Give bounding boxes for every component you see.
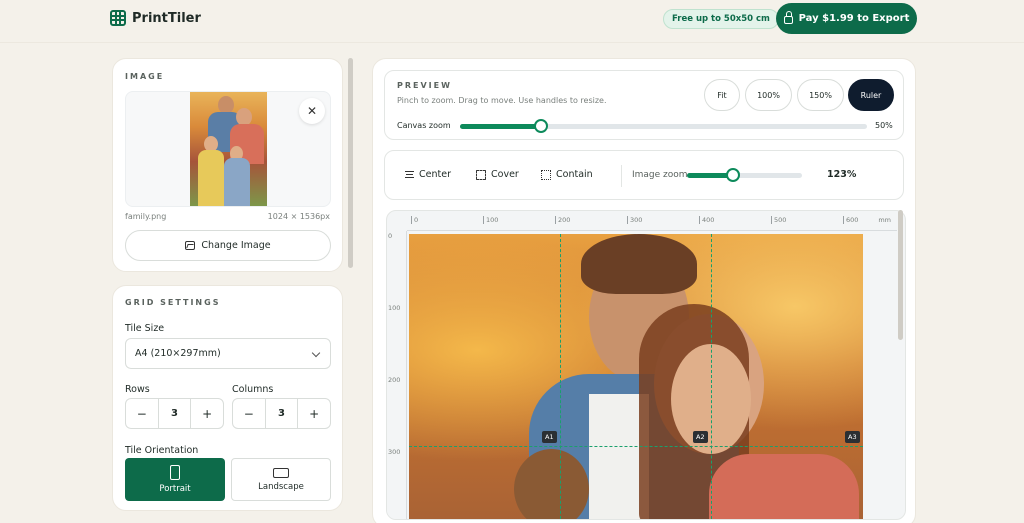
tile-label-a3: A3: [845, 431, 860, 443]
left-panel-scrollbar[interactable]: [348, 58, 353, 268]
tiled-photo[interactable]: A1 A2 A3: [409, 234, 863, 519]
columns-stepper: − 3 +: [232, 398, 331, 429]
app-header: PrintTiler Free up to 50x50 cm Pay $1.99…: [0, 0, 1024, 38]
ruler-left-tick: 0: [388, 232, 393, 240]
tile-size-select[interactable]: A4 (210×297mm): [125, 338, 331, 369]
ruler-top-tick: 300: [627, 216, 642, 224]
ruler-top-tick: 500: [771, 216, 786, 224]
canvas-scrollbar[interactable]: [898, 210, 903, 340]
tile-label-a2: A2: [693, 431, 708, 443]
app-logo[interactable]: PrintTiler: [110, 10, 201, 26]
preview-hint: Pinch to zoom. Drag to move. Use handles…: [397, 96, 607, 105]
cover-label: Cover: [491, 169, 519, 180]
ruler-top: mm 0 100 200 300 400 500 600: [407, 211, 897, 231]
ruler-left-tick: 100: [388, 304, 401, 312]
ruler-button[interactable]: Ruler: [848, 79, 894, 111]
ruler-top-tick: 100: [483, 216, 498, 224]
header-divider: [0, 42, 1024, 43]
zoom-150-button[interactable]: 150%: [797, 79, 844, 111]
ruler-unit: mm: [878, 216, 891, 224]
image-thumbnail: [190, 92, 267, 206]
chevron-down-icon: [311, 348, 321, 358]
center-tool[interactable]: Center: [405, 169, 451, 180]
rows-increment-button[interactable]: +: [191, 399, 223, 428]
tile-label-a1: A1: [542, 431, 557, 443]
grid-settings-title: GRID SETTINGS: [125, 298, 221, 307]
portrait-label: Portrait: [159, 484, 191, 494]
file-name: family.png: [125, 212, 167, 221]
landscape-icon: [273, 467, 289, 478]
ruler-top-tick: 0: [411, 216, 418, 224]
image-icon: [185, 241, 196, 250]
rows-label: Rows: [125, 384, 150, 395]
portrait-option[interactable]: Portrait: [125, 458, 225, 501]
image-panel-title: IMAGE: [125, 72, 165, 81]
pay-export-label: Pay $1.99 to Export: [798, 13, 910, 24]
app-name: PrintTiler: [132, 10, 201, 26]
cover-tool[interactable]: Cover: [476, 169, 519, 180]
file-dimensions: 1024 × 1536px: [267, 212, 330, 221]
landscape-label: Landscape: [258, 481, 304, 492]
tile-size-value: A4 (210×297mm): [135, 348, 221, 359]
canvas-zoom-handle[interactable]: [534, 119, 549, 133]
contain-icon: [541, 169, 551, 180]
change-image-button[interactable]: Change Image: [125, 230, 331, 261]
tile-divider-row: [409, 446, 863, 447]
grid-settings-panel: GRID SETTINGS Tile Size A4 (210×297mm) R…: [112, 285, 343, 511]
canvas-zoom-label: Canvas zoom: [397, 121, 451, 130]
ruler-left: 0 100 200 300: [387, 231, 407, 519]
contain-label: Contain: [556, 169, 593, 180]
ruler-left-tick: 300: [388, 448, 401, 456]
columns-increment-button[interactable]: +: [298, 399, 330, 428]
image-fit-tools: Center Cover Contain Image zoom 123%: [384, 150, 904, 200]
zoom-100-button[interactable]: 100%: [745, 79, 792, 111]
tile-divider-2: [711, 234, 712, 519]
image-zoom-value: 123%: [827, 169, 857, 180]
cover-icon: [476, 169, 486, 180]
change-image-label: Change Image: [201, 240, 271, 251]
image-panel: IMAGE ✕ family.png 1024 × 1536px Change …: [112, 58, 343, 272]
grid-logo-icon: [110, 10, 126, 26]
preview-title: PREVIEW: [397, 81, 452, 90]
center-label: Center: [419, 169, 451, 180]
tile-size-label: Tile Size: [125, 323, 165, 334]
preview-workspace: PREVIEW Pinch to zoom. Drag to move. Use…: [372, 58, 916, 523]
lock-icon: [783, 11, 793, 24]
tile-divider-1: [560, 234, 561, 519]
portrait-icon: [170, 465, 180, 480]
align-center-icon: [405, 171, 414, 178]
landscape-option[interactable]: Landscape: [231, 458, 331, 501]
ruler-top-tick: 400: [699, 216, 714, 224]
pay-export-button[interactable]: Pay $1.99 to Export: [776, 3, 917, 34]
tile-orientation-label: Tile Orientation: [125, 445, 199, 456]
contain-tool[interactable]: Contain: [541, 169, 593, 180]
image-zoom-slider[interactable]: [687, 168, 802, 182]
ruler-left-tick: 200: [388, 376, 401, 384]
canvas-zoom-value: 50%: [875, 121, 893, 130]
canvas-zoom-fill: [460, 124, 542, 129]
preview-controls: PREVIEW Pinch to zoom. Drag to move. Use…: [384, 70, 904, 140]
ruler-top-tick: 600: [843, 216, 858, 224]
image-thumbnail-box: ✕: [125, 91, 331, 207]
columns-value[interactable]: 3: [264, 399, 299, 428]
rows-decrement-button[interactable]: −: [126, 399, 158, 428]
fit-button[interactable]: Fit: [704, 79, 740, 111]
columns-label: Columns: [232, 384, 274, 395]
rows-value[interactable]: 3: [157, 399, 192, 428]
free-tier-badge: Free up to 50x50 cm: [663, 9, 779, 29]
rows-stepper: − 3 +: [125, 398, 224, 429]
remove-image-button[interactable]: ✕: [299, 98, 325, 124]
tools-divider: [621, 165, 622, 187]
ruler-top-tick: 200: [555, 216, 570, 224]
preview-canvas[interactable]: mm 0 100 200 300 400 500 600 0 100 200 300 A1 A2 …: [386, 210, 906, 520]
columns-decrement-button[interactable]: −: [233, 399, 265, 428]
image-zoom-handle[interactable]: [726, 168, 740, 182]
canvas-zoom-slider[interactable]: [460, 119, 867, 133]
image-zoom-label: Image zoom: [632, 170, 688, 180]
